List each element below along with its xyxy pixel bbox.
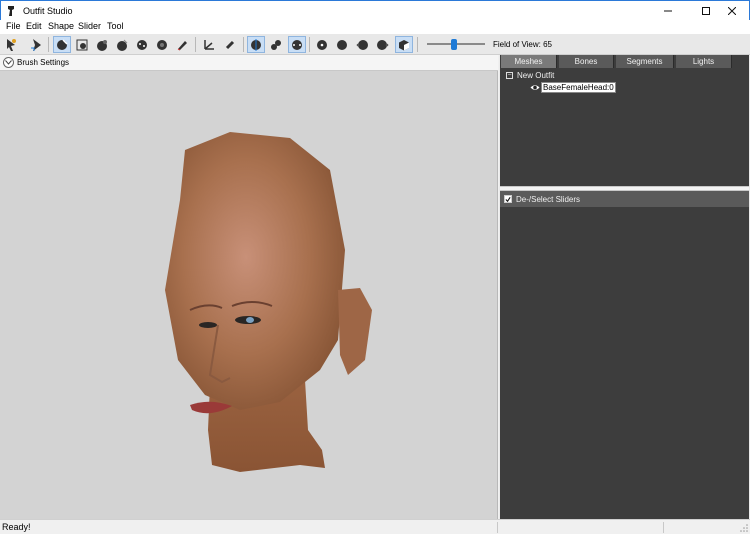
smooth-brush-button[interactable] [133,36,151,53]
persp-view-2-button[interactable] [333,36,351,53]
brush-settings-toggle[interactable] [3,57,14,68]
sliders-header[interactable]: De-/Select Sliders [500,191,749,207]
persp-view-4-button[interactable] [374,36,392,53]
front-view-button[interactable] [247,36,265,53]
head-model [165,132,372,472]
tab-segments[interactable]: Segments [616,55,674,68]
toolbar-separator [195,37,196,52]
tree-collapse-icon[interactable]: − [506,72,513,79]
weight-brush-icon [177,40,187,50]
title-bar: Outfit Studio [0,0,750,20]
tree-root-label: New Outfit [517,71,555,80]
front-view-icon [251,38,261,51]
3d-viewport[interactable]: Brush Settings [0,55,498,519]
close-icon [728,7,736,15]
tree-item-mesh[interactable]: BaseFemaleHead:0 [530,82,616,93]
side-view-button[interactable] [267,36,285,53]
mesh-tree[interactable]: − New Outfit BaseFemaleHead:0 [500,69,749,186]
pivot-icon [204,39,214,50]
top-view-icon [292,39,302,50]
minimize-icon [664,10,672,12]
tab-bones[interactable]: Bones [559,55,614,68]
status-bar: Ready! [0,519,750,534]
select-sliders-checkbox[interactable] [504,195,512,203]
weight-brush-button[interactable] [173,36,191,53]
minimize-button[interactable] [649,1,687,21]
select-tool-button[interactable] [2,36,20,53]
app-icon [8,6,14,16]
undiff-brush-button[interactable] [153,36,171,53]
menu-file[interactable]: File [3,21,24,31]
sphere-icon [337,39,347,50]
undiff-brush-icon [157,39,167,50]
vertex-edit-button[interactable] [221,36,239,53]
sphere-left-icon [356,39,368,50]
menu-shape[interactable]: Shape [45,21,77,31]
pivot-tool-button[interactable] [200,36,218,53]
move-brush-icon [117,39,128,51]
checkmark-icon [505,196,511,202]
tab-meshes[interactable]: Meshes [501,55,557,68]
chevron-down-icon [5,60,12,65]
toolbar-separator [48,37,49,52]
deflate-brush-icon [97,39,107,51]
eye-icon[interactable] [530,83,540,92]
side-view-icon [271,39,281,50]
cube-icon [399,39,409,50]
mesh-label[interactable]: BaseFemaleHead:0 [541,82,616,93]
inflate-brush-button[interactable] [73,36,91,53]
brush-settings-label: Brush Settings [17,58,70,67]
move-icon [31,38,41,51]
toolbar-separator [309,37,310,52]
sphere-dot-icon [317,39,327,50]
sliders-header-label: De-/Select Sliders [516,194,581,204]
status-separator [497,522,498,533]
smooth-brush-icon [137,39,147,50]
sphere-right-icon [377,39,389,50]
top-view-button[interactable] [288,36,306,53]
close-button[interactable] [713,1,750,21]
field-of-view-label: Field of View: 65 [493,40,552,49]
slider-thumb[interactable] [451,39,457,50]
field-of-view-slider[interactable] [427,37,485,51]
mask-brush-button[interactable] [53,36,71,53]
menu-bar: File Edit Shape Slider Tool [0,20,750,34]
maximize-icon [702,7,710,15]
status-text: Ready! [2,522,31,532]
toolbar [0,34,750,55]
toolbar-separator [243,37,244,52]
transform-tool-button[interactable] [27,36,45,53]
panel-tabbar: Meshes Bones Segments Lights [500,55,749,69]
persp-view-1-button[interactable] [313,36,331,53]
brush-settings-bar[interactable]: Brush Settings [0,55,498,71]
tab-lights[interactable]: Lights [676,55,732,68]
arrow-icon [7,38,16,51]
menu-slider[interactable]: Slider [75,21,104,31]
deflate-brush-button[interactable] [93,36,111,53]
toolbar-separator [417,37,418,52]
inflate-brush-icon [76,39,88,50]
resize-grip-icon[interactable] [740,524,748,532]
menu-tool[interactable]: Tool [104,21,127,31]
menu-edit[interactable]: Edit [23,21,45,31]
right-panel: Meshes Bones Segments Lights − New Outfi… [499,55,750,519]
status-separator [663,522,664,533]
mask-brush-icon [57,38,68,50]
cube-view-button[interactable] [395,36,413,53]
sliders-list[interactable] [500,207,749,519]
move-brush-button[interactable] [113,36,131,53]
vertex-edit-icon [225,40,235,49]
tree-root[interactable]: − New Outfit [506,71,554,80]
window-title: Outfit Studio [23,6,73,16]
persp-view-3-button[interactable] [353,36,371,53]
